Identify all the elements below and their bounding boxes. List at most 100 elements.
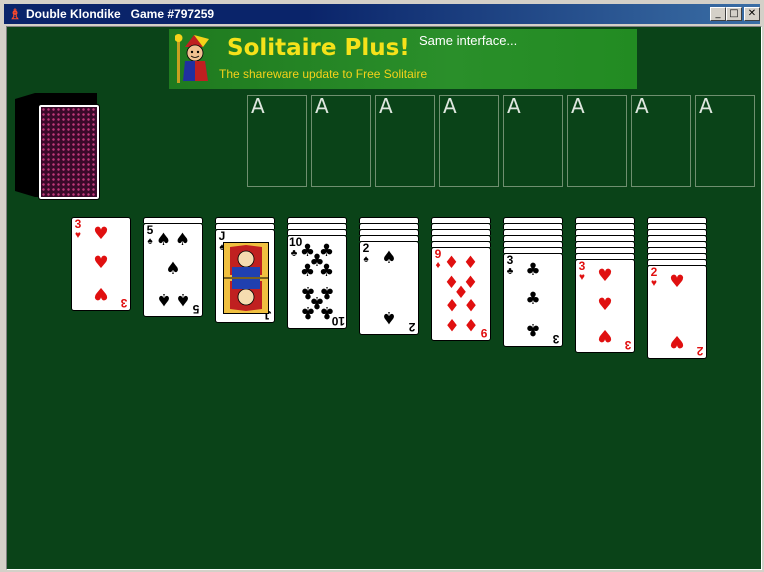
card-corner-top: 2 ♥ xyxy=(649,266,659,290)
card-corner-top: 9 ♦ xyxy=(433,248,443,272)
card-corner-bottom: 3 xyxy=(623,338,633,352)
card-rank: 3 xyxy=(578,259,586,273)
foundation-slot-6[interactable]: A xyxy=(567,94,627,187)
card-rank: 3 xyxy=(552,332,560,346)
card-rank: 2 xyxy=(696,344,704,358)
card-pip-icon: ♣ xyxy=(525,289,541,309)
card-pip-icon: ♥ xyxy=(597,324,613,345)
card-corner-top: 3 ♥ xyxy=(73,218,83,242)
foundation-slot-5[interactable]: A xyxy=(503,94,563,187)
card-pip-icon: ♣ xyxy=(318,261,335,282)
card-corner-top: 3 ♣ xyxy=(505,254,515,278)
card-pip-icon: ♠ xyxy=(381,306,397,327)
card-corner-bottom: 2 xyxy=(407,320,417,334)
card-suit-icon: ♣ xyxy=(506,266,514,277)
card-pip-icon: ♥ xyxy=(597,295,613,315)
playing-card[interactable]: 5 ♠ 5 ♠ ♠ ♠ ♠ ♠ xyxy=(143,223,203,317)
ad-subtitle: The shareware update to Free Solitaire xyxy=(219,67,428,81)
card-corner-bottom: 2 xyxy=(695,344,705,358)
playing-card[interactable]: 9 ♦ 9 ♦ ♦ ♦ ♦ ♦ ♦ ♦ ♦ ♦ xyxy=(431,247,491,341)
foundation-slot-8[interactable]: A xyxy=(695,94,755,187)
foundation-slot-4[interactable]: A xyxy=(439,94,499,187)
card-corner-bottom: 10 xyxy=(332,314,345,328)
jester-icon[interactable]: ♗ xyxy=(8,6,22,22)
card-rank: 9 xyxy=(480,326,488,340)
foundation-label: A xyxy=(443,94,457,118)
card-pip-icon: ♦ xyxy=(462,252,479,273)
foundation-slot-1[interactable]: A xyxy=(247,94,307,187)
playing-card[interactable]: J ♠ J xyxy=(215,229,275,323)
card-pip-icon: ♠ xyxy=(381,248,397,269)
card-rank: 2 xyxy=(362,241,370,255)
playing-card[interactable]: 3 ♥ 3 ♥ ♥ ♥ xyxy=(71,217,131,311)
maximize-button[interactable]: □ xyxy=(726,7,742,21)
card-corner-bottom: 3 xyxy=(119,296,129,310)
card-pip-icon: ♦ xyxy=(462,314,479,335)
court-card-art-icon xyxy=(223,242,269,314)
card-suit-icon: ♥ xyxy=(75,230,81,241)
card-pip-icon: ♦ xyxy=(443,252,460,273)
card-rank: 3 xyxy=(74,217,82,231)
foundation-label: A xyxy=(507,94,521,118)
card-pip-icon: ♠ xyxy=(165,259,181,279)
foundation-slot-7[interactable]: A xyxy=(631,94,691,187)
card-rank: 3 xyxy=(506,253,514,267)
card-pip-icon: ♥ xyxy=(669,330,685,351)
card-pip-icon: ♣ xyxy=(525,260,541,281)
playing-card[interactable]: 2 ♠ 2 ♠ ♠ xyxy=(359,241,419,335)
card-corner-bottom: 5 xyxy=(191,302,201,316)
card-rank: 5 xyxy=(146,223,154,237)
game-window: ♗ Double Klondike Game #797259 _ □ ✕ Sol… xyxy=(0,0,764,572)
card-pip-icon: ♥ xyxy=(669,272,685,293)
card-corner-bottom: 9 xyxy=(479,326,489,340)
card-corner-top: 5 ♠ xyxy=(145,224,155,248)
card-pip-icon: ♦ xyxy=(462,293,479,314)
playing-card[interactable]: 3 ♣ 3 ♣ ♣ ♣ xyxy=(503,253,563,347)
card-pip-icon: ♠ xyxy=(155,230,172,251)
foundation-label: A xyxy=(699,94,713,118)
play-area: Solitaire Plus! The shareware update to … xyxy=(6,26,762,570)
foundation-slot-3[interactable]: A xyxy=(375,94,435,187)
playing-card[interactable]: 10 ♣ 10 ♣ ♣ ♣ ♣ ♣ ♣ ♣ ♣ ♣ ♣ xyxy=(287,235,347,329)
card-pip-icon: ♣ xyxy=(299,261,316,282)
foundation-label: A xyxy=(571,94,585,118)
card-rank: 9 xyxy=(434,247,442,261)
foundation-label: A xyxy=(379,94,393,118)
card-suit-icon: ♠ xyxy=(147,236,153,247)
card-pip-icon: ♥ xyxy=(597,266,613,287)
close-button[interactable]: ✕ xyxy=(744,7,760,21)
card-corner-bottom: 3 xyxy=(551,332,561,346)
card-suit-icon: ♦ xyxy=(435,260,441,271)
card-rank: 2 xyxy=(650,265,658,279)
card-suit-icon: ♥ xyxy=(579,272,585,283)
card-suit-icon: ♠ xyxy=(363,254,369,265)
foundation-label: A xyxy=(251,94,265,118)
card-pip-icon: ♦ xyxy=(443,293,460,314)
title-bar[interactable]: ♗ Double Klondike Game #797259 _ □ ✕ xyxy=(4,4,760,24)
card-pip-icon: ♥ xyxy=(93,282,109,303)
foundation-label: A xyxy=(635,94,649,118)
card-rank: 5 xyxy=(192,302,200,316)
ad-tagline: Same interface... xyxy=(419,33,518,48)
card-pip-icon: ♦ xyxy=(443,314,460,335)
stock-pile[interactable] xyxy=(38,104,100,200)
playing-card[interactable]: 3 ♥ 3 ♥ ♥ ♥ xyxy=(575,259,635,353)
card-pip-icon: ♠ xyxy=(174,230,191,251)
card-pip-icon: ♥ xyxy=(93,224,109,245)
card-pip-icon: ♠ xyxy=(155,288,172,309)
ad-banner[interactable]: Solitaire Plus! The shareware update to … xyxy=(169,29,637,89)
card-rank: 2 xyxy=(408,320,416,334)
minimize-button[interactable]: _ xyxy=(710,7,726,21)
card-corner-top: 2 ♠ xyxy=(361,242,371,266)
card-rank: 3 xyxy=(120,296,128,310)
card-suit-icon: ♣ xyxy=(290,248,298,259)
jester-mascot-icon xyxy=(175,34,209,83)
card-corner-top: 10 ♣ xyxy=(289,236,302,260)
card-corner-top: 3 ♥ xyxy=(577,260,587,284)
foundation-label: A xyxy=(315,94,329,118)
card-suit-icon: ♥ xyxy=(651,278,657,289)
playing-card[interactable]: 2 ♥ 2 ♥ ♥ xyxy=(647,265,707,359)
window-title: Double Klondike Game #797259 xyxy=(26,7,215,21)
foundation-slot-2[interactable]: A xyxy=(311,94,371,187)
card-rank: 3 xyxy=(624,338,632,352)
